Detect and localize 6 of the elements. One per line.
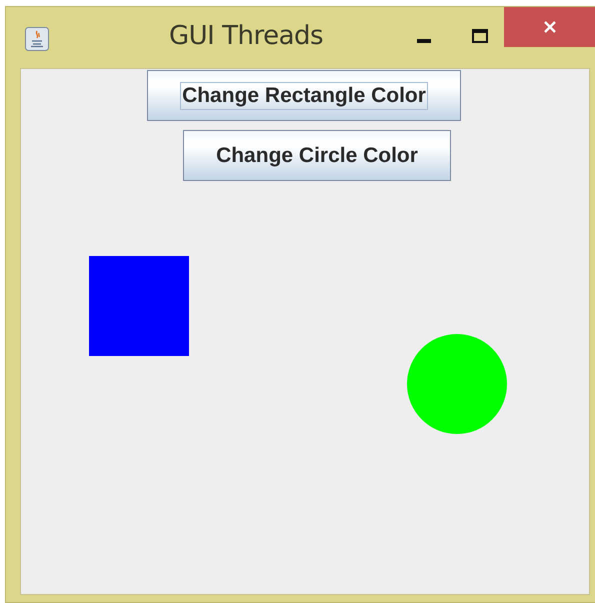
app-icon[interactable] bbox=[25, 27, 49, 51]
close-icon bbox=[543, 20, 557, 34]
button[interactable]: Change Rectangle Color bbox=[147, 70, 461, 121]
button[interactable]: Change Circle Color bbox=[183, 130, 451, 181]
maximize-icon[interactable] bbox=[472, 29, 488, 43]
window-title: GUI Threads bbox=[169, 21, 324, 51]
